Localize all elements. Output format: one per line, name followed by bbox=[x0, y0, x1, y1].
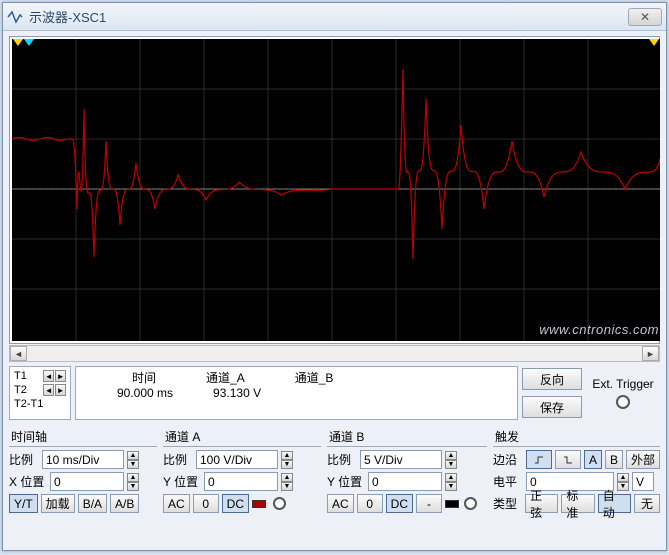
chb-zero-button[interactable]: 0 bbox=[357, 494, 383, 513]
timebase-title: 时间轴 bbox=[9, 428, 157, 447]
chb-ypos-up[interactable]: ▲ bbox=[445, 473, 457, 482]
cha-ypos-input[interactable]: 0 bbox=[204, 472, 278, 491]
reverse-button[interactable]: 反向 bbox=[522, 368, 582, 390]
mode-ab-button[interactable]: A/B bbox=[110, 494, 139, 513]
scroll-right-button[interactable]: ► bbox=[642, 346, 659, 361]
chb-scale-label: 比例 bbox=[327, 451, 357, 468]
channel-a-group: 通道 A 比例 100 V/Div ▲▼ Y 位置 0 ▲▼ AC 0 DC bbox=[163, 426, 321, 518]
window-title: 示波器-XSC1 bbox=[29, 7, 628, 26]
cursor-diff-label: T2-T1 bbox=[14, 398, 46, 410]
trigger-none-button[interactable]: 无 bbox=[634, 494, 660, 513]
trigger-level-label: 电平 bbox=[493, 473, 523, 490]
cha-zero-button[interactable]: 0 bbox=[193, 494, 219, 513]
cha-scale-label: 比例 bbox=[163, 451, 193, 468]
readout-cha-header: 通道_A bbox=[206, 369, 245, 386]
cha-ypos-down[interactable]: ▼ bbox=[281, 482, 293, 491]
chb-dc-button[interactable]: DC bbox=[386, 494, 413, 513]
cha-scale-down[interactable]: ▼ bbox=[281, 460, 293, 469]
falling-edge-icon bbox=[563, 455, 573, 465]
channel-a-title: 通道 A bbox=[163, 428, 321, 447]
cha-ac-button[interactable]: AC bbox=[163, 494, 190, 513]
timebase-scale-input[interactable]: 10 ms/Div bbox=[42, 450, 124, 469]
channel-b-group: 通道 B 比例 5 V/Div ▲▼ Y 位置 0 ▲▼ AC 0 DC - bbox=[327, 426, 487, 518]
timebase-xpos-input[interactable]: 0 bbox=[50, 472, 124, 491]
title-bar: 示波器-XSC1 ✕ bbox=[3, 3, 666, 31]
trigger-group: 触发 边沿 A B 外部 电平 0 ▲▼ V 类型 正弦 bbox=[493, 426, 660, 518]
cursor-controls: T1 ◄ ► T2 ◄ ► T2-T1 bbox=[9, 366, 71, 420]
cha-color-swatch[interactable] bbox=[252, 500, 266, 508]
ext-trigger-label: Ext. Trigger bbox=[592, 377, 653, 391]
timebase-scale-label: 比例 bbox=[9, 451, 39, 468]
chb-terminal[interactable] bbox=[464, 497, 477, 510]
readout-cha-value: 93.130 V bbox=[213, 386, 261, 400]
chb-scale-up[interactable]: ▲ bbox=[445, 451, 457, 460]
horizontal-scrollbar[interactable]: ◄ ► bbox=[9, 345, 660, 362]
trigger-src-b-button[interactable]: B bbox=[605, 450, 623, 469]
trigger-edge-label: 边沿 bbox=[493, 451, 523, 468]
timebase-scale-up[interactable]: ▲ bbox=[127, 451, 139, 460]
timebase-xpos-down[interactable]: ▼ bbox=[127, 482, 139, 491]
cha-dc-button[interactable]: DC bbox=[222, 494, 249, 513]
trigger-title: 触发 bbox=[493, 428, 660, 447]
t1-right-button[interactable]: ► bbox=[55, 370, 66, 382]
chb-scale-input[interactable]: 5 V/Div bbox=[360, 450, 442, 469]
app-icon bbox=[7, 9, 23, 25]
chb-ypos-label: Y 位置 bbox=[327, 473, 365, 490]
mode-ba-button[interactable]: B/A bbox=[78, 494, 107, 513]
trace-channel-a bbox=[12, 69, 660, 259]
ext-trigger-terminal[interactable] bbox=[616, 395, 630, 409]
mode-add-button[interactable]: 加载 bbox=[41, 494, 75, 513]
cursor-t1-label: T1 bbox=[14, 370, 42, 382]
readout-chb-header: 通道_B bbox=[295, 369, 334, 386]
channel-b-title: 通道 B bbox=[327, 428, 487, 447]
oscilloscope-display[interactable] bbox=[12, 39, 660, 341]
chb-ac-button[interactable]: AC bbox=[327, 494, 354, 513]
cha-ypos-up[interactable]: ▲ bbox=[281, 473, 293, 482]
trigger-auto-button[interactable]: 自动 bbox=[598, 494, 631, 513]
scope-container bbox=[9, 36, 660, 344]
scope-grid bbox=[12, 39, 660, 341]
scroll-track[interactable] bbox=[27, 346, 642, 361]
trigger-src-ext-button[interactable]: 外部 bbox=[626, 450, 660, 469]
cha-scale-input[interactable]: 100 V/Div bbox=[196, 450, 278, 469]
t2-right-button[interactable]: ► bbox=[55, 384, 66, 396]
readout-time-header: 时间 bbox=[132, 369, 156, 386]
trigger-type-label: 类型 bbox=[493, 495, 522, 512]
cha-scale-up[interactable]: ▲ bbox=[281, 451, 293, 460]
cha-terminal[interactable] bbox=[273, 497, 286, 510]
measurement-readout: 时间 通道_A 通道_B 90.000 ms 93.130 V bbox=[75, 366, 518, 420]
timebase-xpos-label: X 位置 bbox=[9, 473, 47, 490]
readout-time-value: 90.000 ms bbox=[117, 386, 173, 400]
cursor-t2-label: T2 bbox=[14, 384, 42, 396]
trigger-level-unit[interactable]: V bbox=[632, 472, 654, 491]
trigger-src-a-button[interactable]: A bbox=[584, 450, 602, 469]
scroll-left-button[interactable]: ◄ bbox=[10, 346, 27, 361]
mode-yt-button[interactable]: Y/T bbox=[9, 494, 38, 513]
chb-ypos-input[interactable]: 0 bbox=[368, 472, 442, 491]
edge-falling-button[interactable] bbox=[555, 450, 581, 469]
trigger-level-up[interactable]: ▲ bbox=[617, 473, 629, 482]
cha-ypos-label: Y 位置 bbox=[163, 473, 201, 490]
rising-edge-icon bbox=[534, 455, 544, 465]
timebase-xpos-up[interactable]: ▲ bbox=[127, 473, 139, 482]
chb-scale-down[interactable]: ▼ bbox=[445, 460, 457, 469]
close-button[interactable]: ✕ bbox=[628, 8, 662, 26]
t2-left-button[interactable]: ◄ bbox=[43, 384, 54, 396]
chb-color-swatch[interactable] bbox=[445, 500, 459, 508]
ext-trigger-group: Ext. Trigger bbox=[586, 366, 660, 420]
chb-ypos-down[interactable]: ▼ bbox=[445, 482, 457, 491]
edge-rising-button[interactable] bbox=[526, 450, 552, 469]
save-button[interactable]: 保存 bbox=[522, 396, 582, 418]
timebase-group: 时间轴 比例 10 ms/Div ▲▼ X 位置 0 ▲▼ Y/T 加载 B/A… bbox=[9, 426, 157, 518]
timebase-scale-down[interactable]: ▼ bbox=[127, 460, 139, 469]
t1-left-button[interactable]: ◄ bbox=[43, 370, 54, 382]
watermark-text: www.cntronics.com bbox=[539, 322, 659, 337]
trigger-sine-button[interactable]: 正弦 bbox=[525, 494, 558, 513]
trigger-normal-button[interactable]: 标准 bbox=[561, 494, 594, 513]
chb-minus-button[interactable]: - bbox=[416, 494, 442, 513]
